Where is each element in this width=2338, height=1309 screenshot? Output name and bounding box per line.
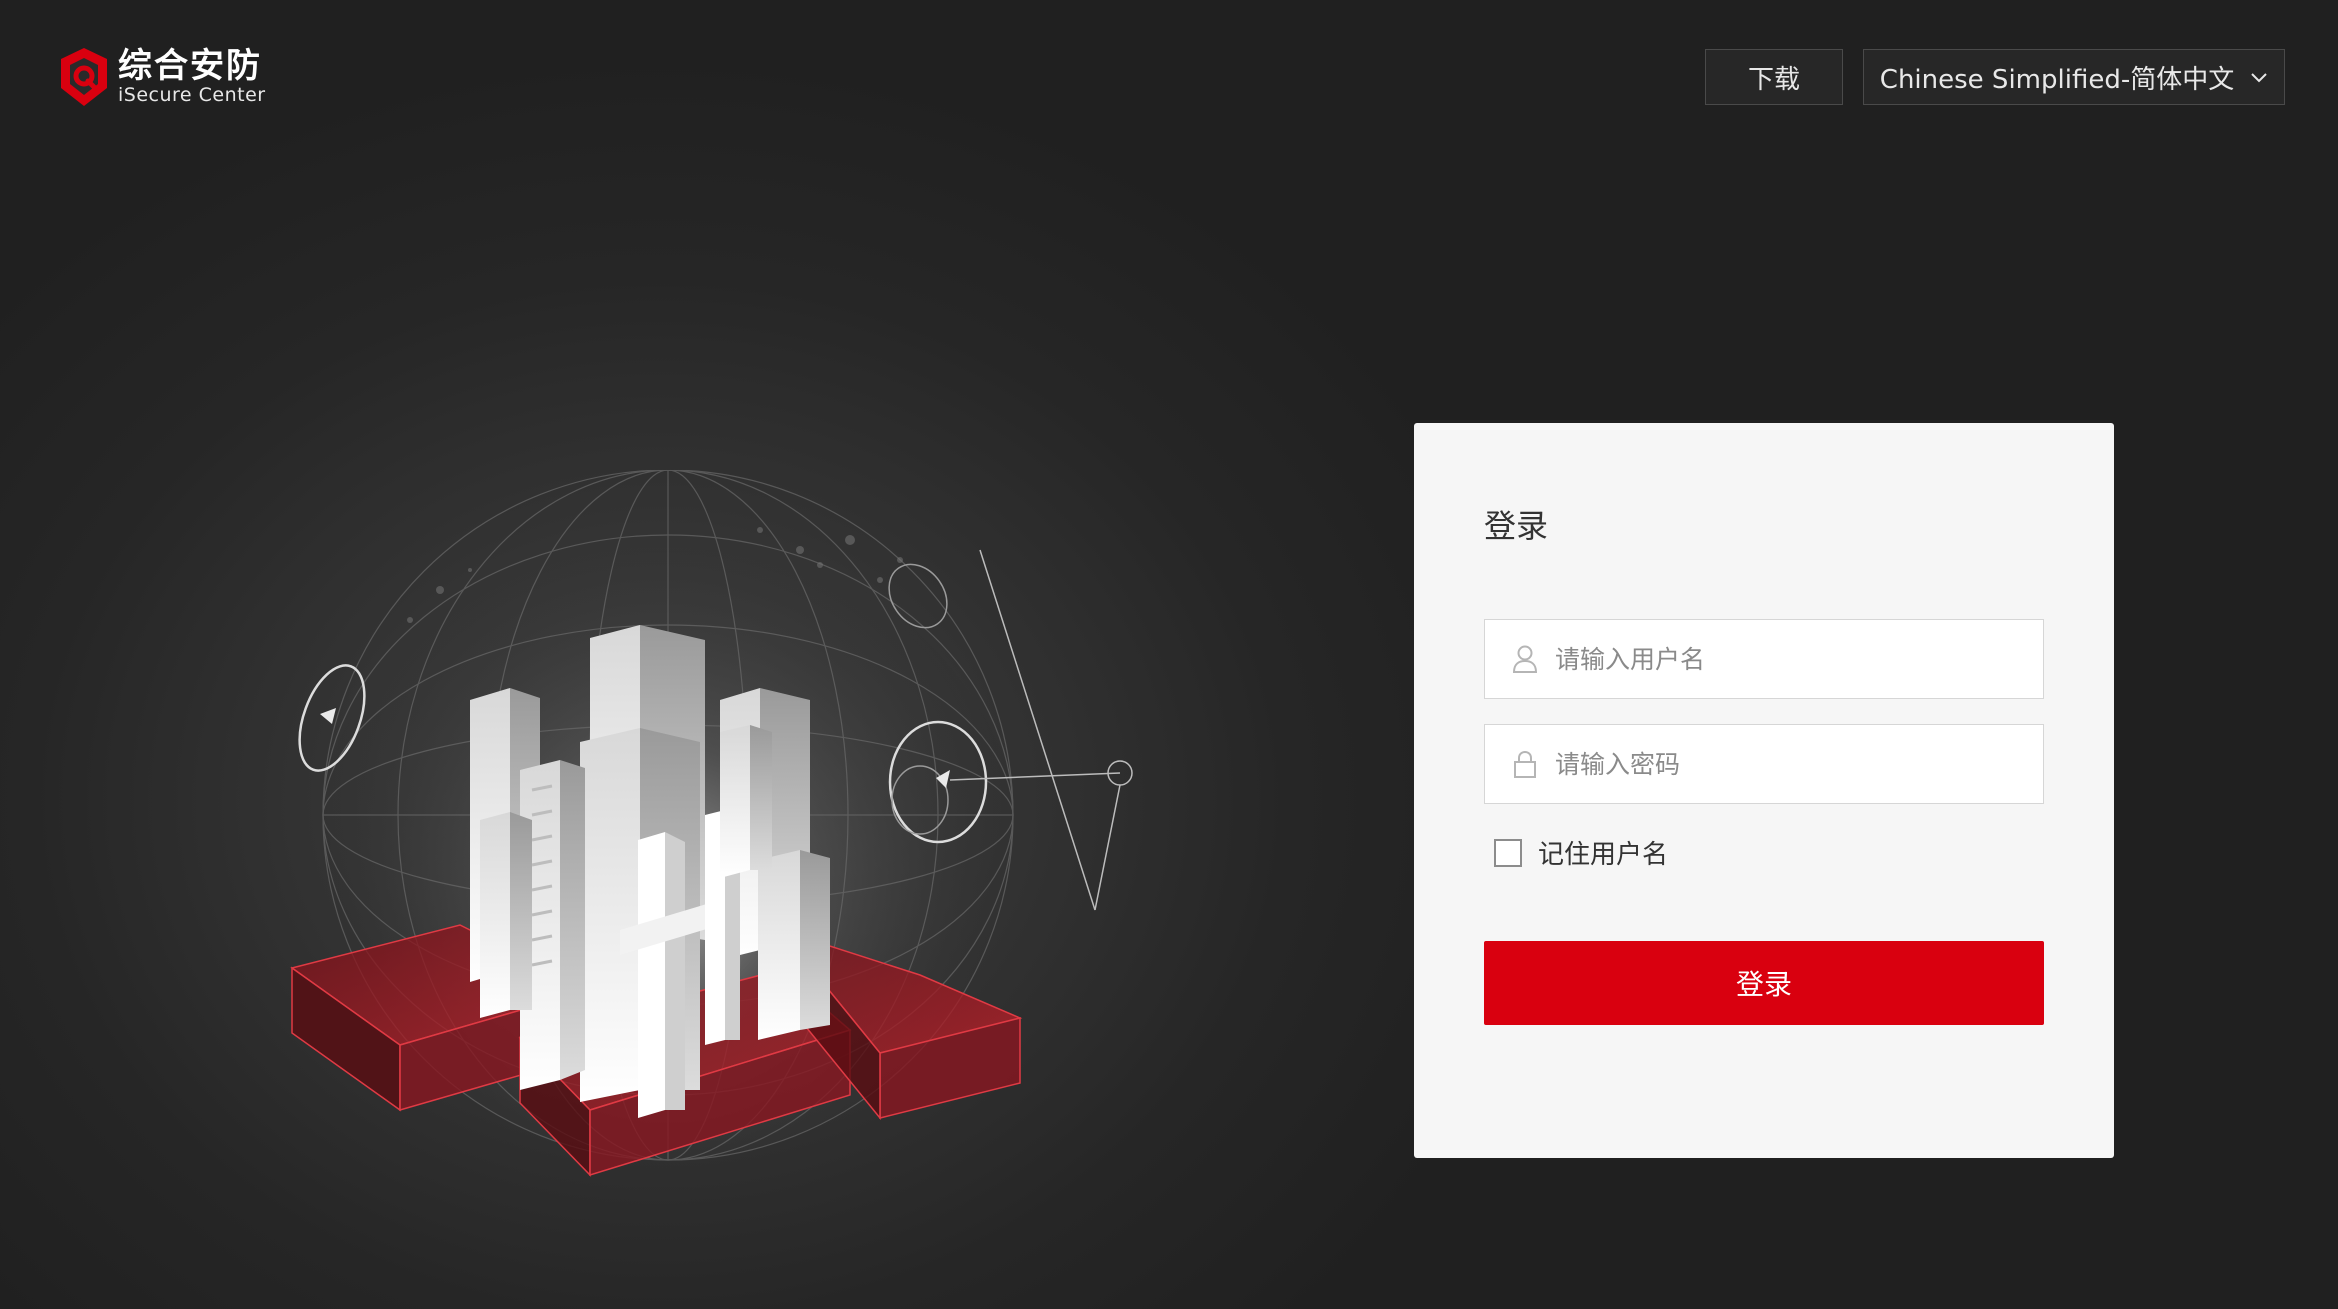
password-field[interactable]: [1484, 724, 2044, 804]
user-icon: [1512, 645, 1538, 673]
lock-icon: [1514, 750, 1536, 778]
username-input[interactable]: [1553, 628, 2027, 690]
chevron-down-icon: [2251, 73, 2267, 83]
remember-username-checkbox[interactable]: [1494, 838, 1522, 867]
remember-username-label: 记住用户名: [1538, 840, 1669, 870]
language-select[interactable]: Chinese Simplified-简体中文: [1863, 49, 2285, 105]
logo-title-cn: 综合安防: [118, 46, 262, 86]
language-selected-label: Chinese Simplified-简体中文: [1879, 64, 2235, 95]
remember-username[interactable]: 记住用户名: [1494, 834, 1668, 871]
city-globe-illustration: [290, 470, 1133, 1177]
login-title: 登录: [1484, 507, 1549, 545]
login-card: 登录 记住用户名 登录: [1414, 423, 2114, 1158]
brand-logo: 综合安防 iSecure Center: [58, 44, 266, 110]
download-button[interactable]: 下载: [1705, 49, 1843, 105]
logo-title-en: iSecure Center: [118, 84, 266, 106]
username-field[interactable]: [1484, 619, 2044, 699]
login-button[interactable]: 登录: [1484, 941, 2044, 1025]
shield-logo-icon: [61, 48, 107, 106]
password-input[interactable]: [1553, 733, 2027, 795]
